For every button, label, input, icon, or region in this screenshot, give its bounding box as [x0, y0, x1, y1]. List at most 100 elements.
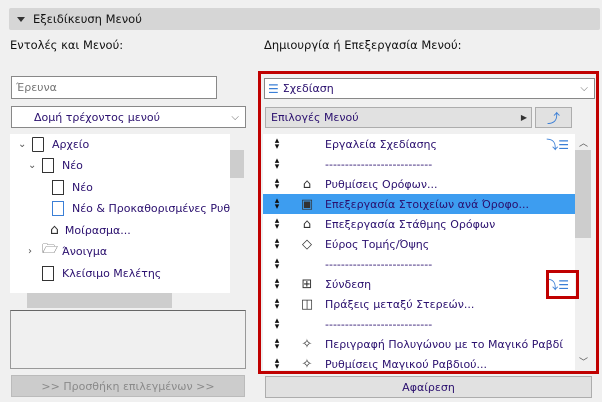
tree-horizontal-scrollbar[interactable]: [10, 293, 244, 308]
tree-item[interactable]: › 🗁 Άνοιγμα: [28, 241, 107, 261]
tree-item[interactable]: ⌄ Αρχείο: [18, 134, 89, 154]
add-selected-label: >> Προσθήκη επιλεγμένων >>: [41, 379, 215, 393]
magic-wand-settings-icon-icon: ✧: [301, 356, 313, 372]
reorder-handle-icon[interactable]: ▴ ▾: [271, 257, 283, 272]
commands-tree[interactable]: ⌄ Αρχείο ⌄ Νέο Νέο Νέο & Προκαθορισμένες Ρ…: [10, 134, 244, 293]
structure-select-value: Δομή τρέχοντος μενού: [34, 110, 160, 124]
tree-item-label: Νέο & Προκαθορισμένες Ρυθμ: [72, 201, 238, 215]
reorder-handle-icon[interactable]: ▴ ▾: [271, 357, 283, 372]
menu-edit-title: Δημιουργία ή Επεξεργασία Μενού:: [264, 38, 462, 52]
blank-icon: [297, 155, 317, 173]
reorder-handle-icon[interactable]: ▴ ▾: [271, 217, 283, 232]
chevron-down-icon: ⌄: [28, 159, 37, 171]
reorder-handle-icon[interactable]: ▴ ▾: [271, 137, 283, 152]
story-settings-icon-icon: ⌂: [302, 176, 312, 192]
reorder-handle-icon[interactable]: ▴ ▾: [271, 277, 283, 292]
reorder-handle-icon[interactable]: ▴ ▾: [271, 297, 283, 312]
reorder-handle-icon[interactable]: ▴ ▾: [271, 337, 283, 352]
chevron-right-icon: ▶: [520, 113, 527, 122]
remove-button[interactable]: Αφαίρεση: [265, 376, 592, 398]
menu-list-item[interactable]: ▴ ▾ ▣ Επεξεργασία Στοιχείων ανά Όροφο...: [263, 194, 575, 214]
menu-select-value: Σχεδίαση: [282, 82, 334, 95]
menu-list-icon: ☰: [268, 81, 279, 96]
chevron-down-icon: ⌵: [580, 83, 588, 94]
collapse-triangle-icon: [17, 16, 25, 22]
close-document-icon: [42, 265, 54, 281]
commands-title: Εντολές και Μενού:: [10, 38, 124, 52]
menu-list-item[interactable]: ▴ ▾ ✧ Ρυθμίσεις Μαγικού Ραβδιού...: [263, 354, 575, 374]
magic-wand-icon-icon: ✧: [301, 336, 313, 352]
tree-item-label: Κλείσιμο Μελέτης: [62, 266, 162, 280]
tree-item[interactable]: Κλείσιμο Μελέτης: [42, 263, 161, 283]
tree-item[interactable]: Νέο & Προκαθορισμένες Ρυθμ: [52, 198, 237, 218]
search-input[interactable]: [11, 76, 217, 99]
section-header[interactable]: Εξειδίκευση Μενού: [9, 8, 600, 30]
menu-item-label: Περιγραφή Πολυγώνου με το Μαγικό Ραβδί: [325, 337, 564, 351]
menu-select[interactable]: ☰ Σχεδίαση ⌵: [264, 78, 595, 99]
tree-item-label: Άνοιγμα: [62, 244, 108, 258]
reorder-handle-icon[interactable]: ▴ ▾: [271, 197, 283, 212]
tree-item[interactable]: Νέο: [52, 177, 93, 197]
structure-select[interactable]: Δομή τρέχοντος μενού ⌵: [11, 106, 246, 128]
new-settings-icon: [52, 200, 64, 216]
reorder-handle-icon[interactable]: ▴ ▾: [271, 177, 283, 192]
menu-item-label: Εργαλεία Σχεδίασης: [325, 137, 437, 151]
blank-icon: [297, 255, 317, 273]
menu-list-item[interactable]: ▴ ▾ ✧ Περιγραφή Πολυγώνου με το Μαγικό Ραβδ…: [263, 334, 575, 354]
menu-item-label: ---------------------------: [325, 317, 433, 331]
reorder-handle-icon[interactable]: ▴ ▾: [271, 237, 283, 252]
tree-vertical-scrollbar[interactable]: [230, 134, 244, 293]
tree-item-label: Αρχείο: [52, 137, 90, 151]
chevron-down-icon: ⌄: [18, 138, 27, 150]
menu-list-item[interactable]: ▴ ▾ Εργαλεία Σχεδίασης ⤵☰: [263, 134, 575, 154]
menu-item-label: Ρυθμίσεις Ορόφων...: [325, 177, 438, 191]
menu-options-label: Επιλογές Μενού: [271, 111, 359, 124]
menu-item-label: ---------------------------: [325, 257, 433, 271]
menu-list-icon: [32, 136, 44, 152]
menu-list-item[interactable]: ▴ ▾ ⌂ Επεξεργασία Στάθμης Ορόφων: [263, 214, 575, 234]
submenu-badge-icon[interactable]: ⤵☰: [546, 136, 569, 153]
document-icon: [42, 157, 54, 173]
menu-list-item[interactable]: ▴ ▾ ◇ Εύρος Τομής/Όψης: [263, 234, 575, 254]
badge-highlight-frame: [546, 270, 579, 299]
section-range-icon-icon: ◇: [302, 236, 312, 252]
menu-item-label: Επεξεργασία Στοιχείων ανά Όροφο...: [325, 197, 529, 211]
menu-item-label: Πράξεις μεταξύ Στερεών...: [325, 297, 475, 311]
menu-list-item[interactable]: ▴ ▾ ---------------------------: [263, 254, 575, 274]
tree-item[interactable]: ⌄ Νέο: [28, 155, 83, 175]
tree-item[interactable]: ⌂ Μοίρασμα...: [50, 220, 131, 240]
menu-list-item[interactable]: ▴ ▾ ⊞ Σύνδεση ⤵☰: [263, 274, 575, 294]
menu-list-item[interactable]: ▴ ▾ ◫ Πράξεις μεταξύ Στερεών...: [263, 294, 575, 314]
share-house-icon: ⌂: [50, 222, 59, 238]
export-icon: ⤴: [546, 112, 560, 127]
reorder-handle-icon[interactable]: ▴ ▾: [271, 157, 283, 172]
chevron-right-icon: ›: [28, 245, 32, 257]
blank-icon: [297, 135, 317, 153]
section-title: Εξειδίκευση Μενού: [33, 12, 142, 26]
menu-list-item[interactable]: ▴ ▾ ---------------------------: [263, 314, 575, 334]
reorder-handle-icon[interactable]: ▴ ▾: [271, 317, 283, 332]
tree-item-label: Νέο: [62, 158, 83, 172]
menu-item-label: Σύνδεση: [325, 277, 372, 291]
open-folder-icon: 🗁: [42, 242, 59, 257]
menu-item-label: Επεξεργασία Στάθμης Ορόφων: [325, 217, 496, 231]
add-selected-button[interactable]: >> Προσθήκη επιλεγμένων >>: [11, 375, 245, 397]
menu-item-label: ---------------------------: [325, 157, 433, 171]
description-box: [10, 310, 246, 369]
edit-by-story-icon-icon: ▣: [300, 196, 314, 212]
tree-item-label: Νέο: [72, 180, 93, 194]
remove-label: Αφαίρεση: [402, 380, 455, 394]
story-levels-icon-icon: ⌂: [302, 216, 312, 232]
blank-icon: [297, 315, 317, 333]
chevron-down-icon: ⌵: [231, 111, 239, 123]
menu-list-item[interactable]: ▴ ▾ ---------------------------: [263, 154, 575, 174]
solid-ops-icon-icon: ◫: [300, 296, 314, 312]
menu-item-label: Ρυθμίσεις Μαγικού Ραβδιού...: [325, 357, 488, 371]
document-icon: [52, 179, 64, 195]
tree-item-label: Μοίρασμα...: [64, 223, 131, 237]
export-menu-button[interactable]: ⤴: [535, 107, 572, 128]
menu-list-item[interactable]: ▴ ▾ ⌂ Ρυθμίσεις Ορόφων...: [263, 174, 575, 194]
menu-list-scrollbar[interactable]: ︿ ﹀: [575, 134, 591, 370]
menu-item-label: Εύρος Τομής/Όψης: [325, 237, 430, 251]
menu-options-button[interactable]: Επιλογές Μενού ▶: [265, 107, 532, 128]
